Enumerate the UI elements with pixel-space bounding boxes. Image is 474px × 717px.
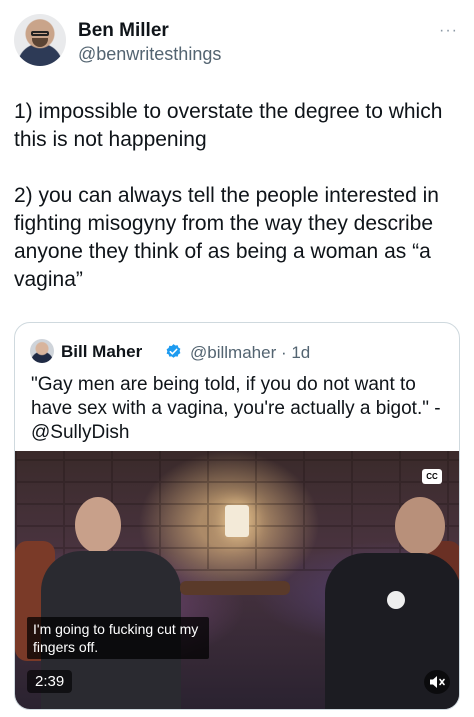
video-caption: I'm going to fucking cut my fingers off. (27, 617, 209, 659)
more-options-icon[interactable]: ··· (439, 22, 458, 40)
quoted-text: "Gay men are being told, if you do not w… (31, 374, 441, 443)
closed-captions-button[interactable]: CC (422, 469, 442, 484)
quoted-handle-time[interactable]: @billmaher · 1d (190, 343, 310, 363)
author-handle[interactable]: @benwritesthings (78, 44, 221, 65)
person-left-head (75, 497, 121, 553)
person-right-head (395, 497, 445, 555)
video-player[interactable]: CC I'm going to fucking cut my fingers o… (15, 451, 459, 709)
candle (225, 505, 249, 537)
tweet-header: Ben Miller @benwritesthings ··· (14, 14, 464, 72)
video-duration: 2:39 (27, 670, 73, 693)
quoted-tweet[interactable]: Bill Maher @billmaher · 1d "Gay men are … (14, 322, 460, 710)
quoted-avatar[interactable] (30, 339, 54, 363)
mute-icon[interactable] (424, 670, 450, 694)
avatar-glasses (31, 31, 49, 36)
speaker-muted-icon (430, 676, 445, 688)
avatar-beard (32, 38, 48, 47)
verified-badge-icon (166, 344, 181, 358)
author-display-name[interactable]: Ben Miller (78, 20, 169, 42)
side-table (180, 581, 290, 595)
quoted-display-name[interactable]: Bill Maher (61, 342, 142, 362)
tweet-text: 1) impossible to overstate the degree to… (14, 100, 443, 291)
person-right-pin (387, 591, 405, 609)
author-avatar[interactable] (14, 14, 66, 66)
